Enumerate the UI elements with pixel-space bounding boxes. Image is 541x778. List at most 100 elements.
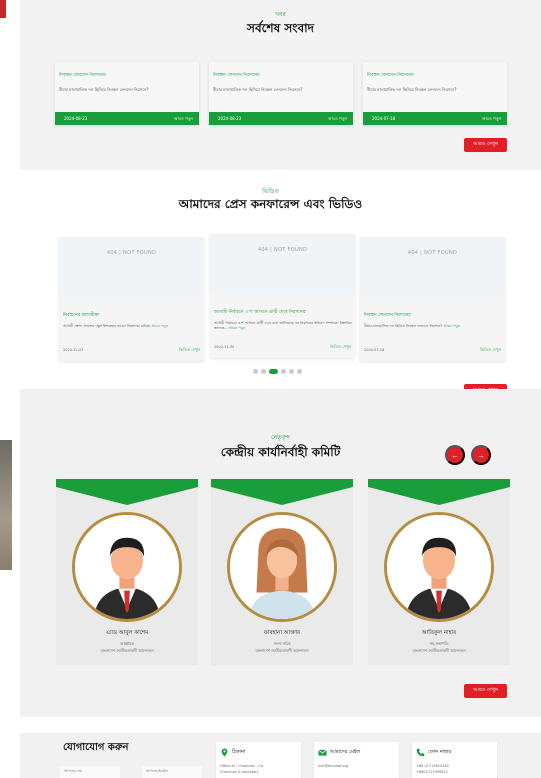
member-org: বাংলাদেশ জাতীয়তাবাদী আন্দোলন	[100, 648, 154, 653]
news-card-title[interactable]: নিবন্ধন লেনদেন নিরসনের	[213, 72, 260, 79]
video-desc: আগামী সংসদ সদস্যের নতুন ইশতেহার ভাবনা নি…	[63, 324, 201, 329]
member-card[interactable]: এ্যাড আবুল কাশেম আহ্বায়ক বাংলাদেশ জাতীয…	[56, 479, 198, 665]
news-card-footer: 2024-08-23 আরও পড়ুন	[55, 112, 199, 125]
news-card-desc: বীমার মালামালিক দল ছিনিয়ে নিবন্ধন লেনদে…	[59, 87, 149, 92]
news-title: সর্বশেষ সংবাদ	[247, 21, 314, 35]
news-see-more-button[interactable]: আরও দেখুন	[464, 138, 507, 152]
video-desc-text: আগামী সংসদ সদস্যের নতুন ইশতেহার ভাবনা নি…	[63, 324, 151, 328]
member-card[interactable]: ফারহানা আক্তার সদস্য সচিব বাংলাদেশ জাতীয…	[211, 479, 353, 665]
next-arrow-button[interactable]: →	[471, 445, 491, 465]
carousel-dot[interactable]	[281, 369, 286, 374]
header-edge	[0, 0, 6, 18]
envelope-icon	[318, 749, 327, 756]
video-desc-text: বীমার মালামালিক দল ছিনিয়ে নিবন্ধন লেনদে…	[364, 324, 443, 328]
carousel-dot-active[interactable]	[269, 369, 278, 374]
prev-arrow-button[interactable]: ←	[445, 445, 465, 465]
member-portrait	[227, 512, 337, 622]
male-avatar-icon	[387, 515, 491, 619]
not-found-text: 404 | NOT FOUND	[257, 247, 308, 253]
news-card[interactable]: নিবন্ধন লেনদেন নিরসনের বীমার মালামালিক দ…	[55, 62, 199, 125]
read-more-link[interactable]: আরও পড়ুন	[443, 324, 460, 328]
member-name: আতিকুল নাহার	[421, 630, 457, 636]
video-card[interactable]: 404 | NOT FOUND আগামী নির্বাচনে ৩ শ' আসন…	[210, 234, 355, 358]
phone-box: ফোন নাম্বার +88 01715810182 +88017119906…	[412, 742, 497, 778]
member-name: ফারহানা আক্তার	[263, 630, 301, 636]
committee-see-more-button[interactable]: আরও দেখুন	[464, 684, 507, 698]
contact-section: যোগাযোগ করুন আপনার নাম আপনার ইমেইল ঠিকান…	[20, 733, 541, 778]
email-address[interactable]: info@bnmlad.org	[318, 764, 348, 768]
video-card[interactable]: 404 | NOT FOUND নির্বাচনের মহাসমীক্ষা আগ…	[59, 237, 204, 361]
read-more-link[interactable]: আরও পড়ুন	[151, 324, 168, 328]
news-label: খবর	[275, 11, 286, 18]
member-org: বাংলাদেশ জাতীয়তাবাদী আন্দোলন	[412, 648, 466, 653]
video-title[interactable]: নির্বাচনের মহাসমীক্ষা	[63, 312, 100, 319]
read-more-link[interactable]: আরও পড়ুন	[328, 116, 347, 123]
watch-video-link[interactable]: ভিডিও দেখুন	[179, 347, 200, 354]
member-name: এ্যাড আবুল কাশেম	[105, 630, 149, 636]
committee-label: নেতৃবৃন্দ	[271, 434, 290, 441]
news-card-date: 2024-08-23	[218, 116, 242, 121]
email-box: আমাদের মেইল info@bnmlad.org	[314, 742, 399, 778]
committee-section: নেতৃবৃন্দ কেন্দ্রীয় কার্যনির্বাহী কমিটি…	[20, 389, 541, 717]
news-card-date: 2024-07-18	[372, 116, 396, 121]
ribbon-banner	[56, 479, 198, 505]
news-card-desc: বীমার মালামালিক দল ছিনিয়ে নিবন্ধন লেনদে…	[213, 87, 303, 92]
address-line: Office of : Chairman , Co	[220, 764, 263, 768]
video-thumbnail[interactable]: 404 | NOT FOUND	[59, 237, 204, 297]
member-card[interactable]: আতিকুল নাহার সহ-সভাপতি বাংলাদেশ জাতীয়তা…	[368, 479, 510, 665]
news-card-date: 2024-08-23	[64, 116, 88, 121]
news-card[interactable]: নিবন্ধন লেনদেন নিরসনের বীমার মালামালিক দ…	[209, 62, 353, 125]
news-section: খবর সর্বশেষ সংবাদ নিবন্ধন লেনদেন নিরসনের…	[20, 0, 541, 170]
read-more-link[interactable]: আরও পড়ুন	[482, 116, 501, 123]
side-photo	[0, 440, 12, 570]
email-title: আমাদের মেইল	[330, 749, 361, 755]
carousel-dot[interactable]	[253, 369, 258, 374]
phone-icon	[416, 748, 425, 757]
ribbon-banner	[368, 479, 510, 505]
watch-video-link[interactable]: ভিডিও দেখুন	[330, 344, 351, 351]
phone-number[interactable]: +8801711990672	[416, 770, 448, 774]
male-avatar-icon	[75, 515, 179, 619]
location-pin-icon	[221, 748, 228, 757]
video-date: 2024-12-03	[63, 348, 84, 352]
video-desc: বীমার মালামালিক দল ছিনিয়ে নিবন্ধন লেনদে…	[364, 324, 502, 329]
video-desc: আগামী নির্বাচনে ৩ শ' আসনে প্রার্থী দেবে …	[214, 321, 352, 331]
address-box: ঠিকানা Office of : Chairman , Co Chairma…	[216, 742, 301, 778]
ribbon-banner	[211, 479, 353, 505]
member-org: বাংলাদেশ জাতীয়তাবাদী আন্দোলন	[255, 648, 309, 653]
video-date: 2024-11-30	[214, 345, 235, 349]
video-card[interactable]: 404 | NOT FOUND নিবন্ধন লেনদেন নিরসনের ব…	[360, 237, 505, 361]
news-card-footer: 2024-07-18 আরও পড়ুন	[363, 112, 507, 125]
not-found-text: 404 | NOT FOUND	[106, 250, 157, 256]
news-card-title[interactable]: নিবন্ধন লেনদেন নিরসনের	[59, 72, 106, 79]
page: খবর সর্বশেষ সংবাদ নিবন্ধন লেনদেন নিরসনের…	[0, 0, 541, 778]
contact-title: যোগাযোগ করুন	[63, 742, 129, 753]
news-card-footer: 2024-08-23 আরও পড়ুন	[209, 112, 353, 125]
female-avatar-icon	[230, 515, 334, 619]
member-portrait	[72, 512, 182, 622]
video-title[interactable]: নিবন্ধন লেনদেন নিরসনের	[364, 312, 411, 319]
watch-video-link[interactable]: ভিডিও দেখুন	[480, 347, 501, 354]
carousel-dot[interactable]	[297, 369, 302, 374]
member-role: আহ্বায়ক	[120, 641, 134, 646]
read-more-link[interactable]: আরও পড়ুন	[174, 116, 193, 123]
video-thumbnail[interactable]: 404 | NOT FOUND	[360, 237, 505, 297]
address-title: ঠিকানা	[232, 749, 246, 755]
carousel-dot[interactable]	[261, 369, 266, 374]
phone-number[interactable]: +88 01715810182	[416, 764, 449, 768]
video-thumbnail[interactable]: 404 | NOT FOUND	[210, 234, 355, 294]
press-title: আমাদের প্রেস কনফারেন্স এবং ভিডিও	[178, 197, 363, 211]
address-line: Chairman & Secretary	[220, 770, 259, 774]
name-field[interactable]: আপনার নাম	[60, 766, 120, 778]
read-more-link[interactable]: আরও পড়ুন	[229, 326, 246, 330]
carousel-dot[interactable]	[289, 369, 294, 374]
member-role: সদস্য সচিব	[273, 641, 291, 646]
video-title[interactable]: আগামী নির্বাচনে ৩ শ' আসনে প্রার্থী দেবে …	[214, 309, 305, 316]
news-card-title[interactable]: নিবন্ধন লেনদেন নিরসনের	[367, 72, 414, 79]
member-portrait	[384, 512, 494, 622]
news-card-desc: বীমার মালামালিক দল ছিনিয়ে নিবন্ধন লেনদে…	[367, 87, 457, 92]
carousel-dots	[253, 369, 302, 374]
not-found-text: 404 | NOT FOUND	[407, 250, 458, 256]
email-field[interactable]: আপনার ইমেইল	[142, 766, 202, 778]
news-card[interactable]: নিবন্ধন লেনদেন নিরসনের বীমার মালামালিক দ…	[363, 62, 507, 125]
